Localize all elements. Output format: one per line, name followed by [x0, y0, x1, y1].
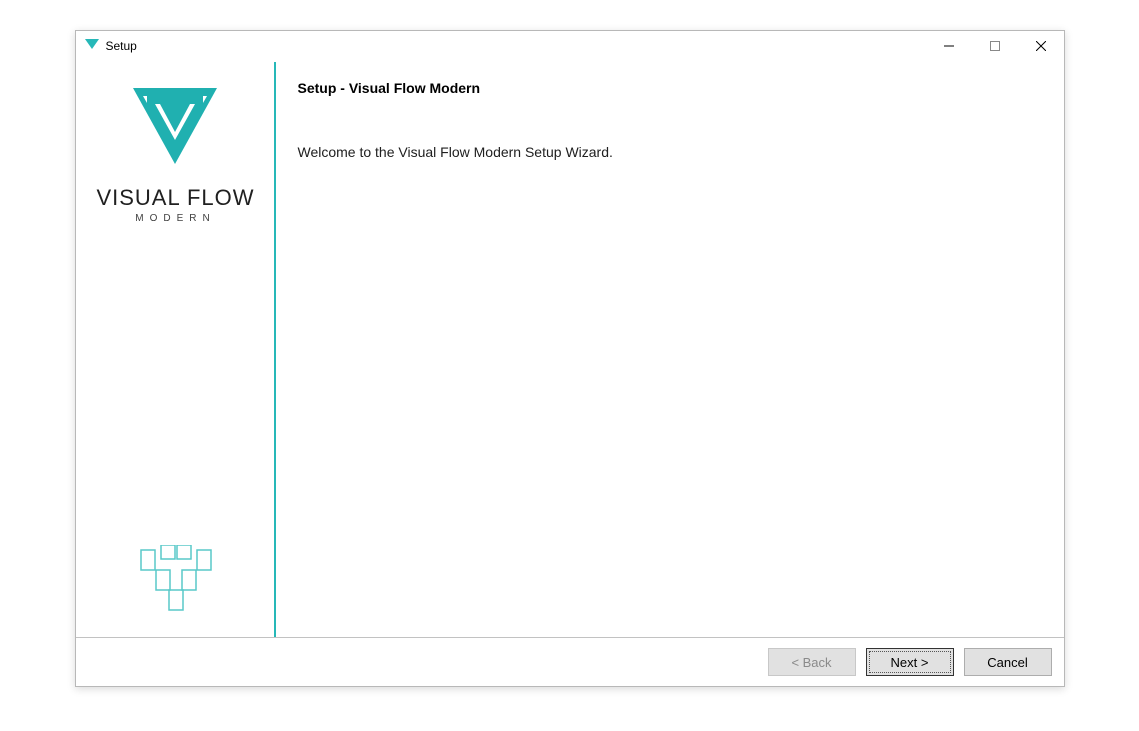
- brand-logo: VISUAL FLOW MODERN: [96, 82, 254, 224]
- left-pane: VISUAL FLOW MODERN: [76, 62, 276, 637]
- right-pane: Setup - Visual Flow Modern Welcome to th…: [276, 62, 1064, 637]
- brand-sub: MODERN: [135, 213, 215, 224]
- setup-window: Setup: [75, 30, 1065, 687]
- visual-flow-logo-icon: [125, 82, 225, 177]
- app-icon: [84, 38, 100, 54]
- bottom-decorative-icon: [136, 545, 216, 622]
- brand-name: VISUAL FLOW: [96, 185, 254, 211]
- window-controls: [926, 31, 1064, 61]
- close-button[interactable]: [1018, 31, 1064, 61]
- footer: < Back Next > Cancel: [76, 637, 1064, 686]
- next-button[interactable]: Next >: [866, 648, 954, 676]
- setup-body-text: Welcome to the Visual Flow Modern Setup …: [298, 144, 1042, 160]
- maximize-button[interactable]: [972, 31, 1018, 61]
- content-area: VISUAL FLOW MODERN Set: [76, 61, 1064, 637]
- minimize-button[interactable]: [926, 31, 972, 61]
- window-title: Setup: [106, 39, 137, 53]
- cancel-button[interactable]: Cancel: [964, 648, 1052, 676]
- setup-heading: Setup - Visual Flow Modern: [298, 80, 1042, 96]
- titlebar: Setup: [76, 31, 1064, 61]
- back-button: < Back: [768, 648, 856, 676]
